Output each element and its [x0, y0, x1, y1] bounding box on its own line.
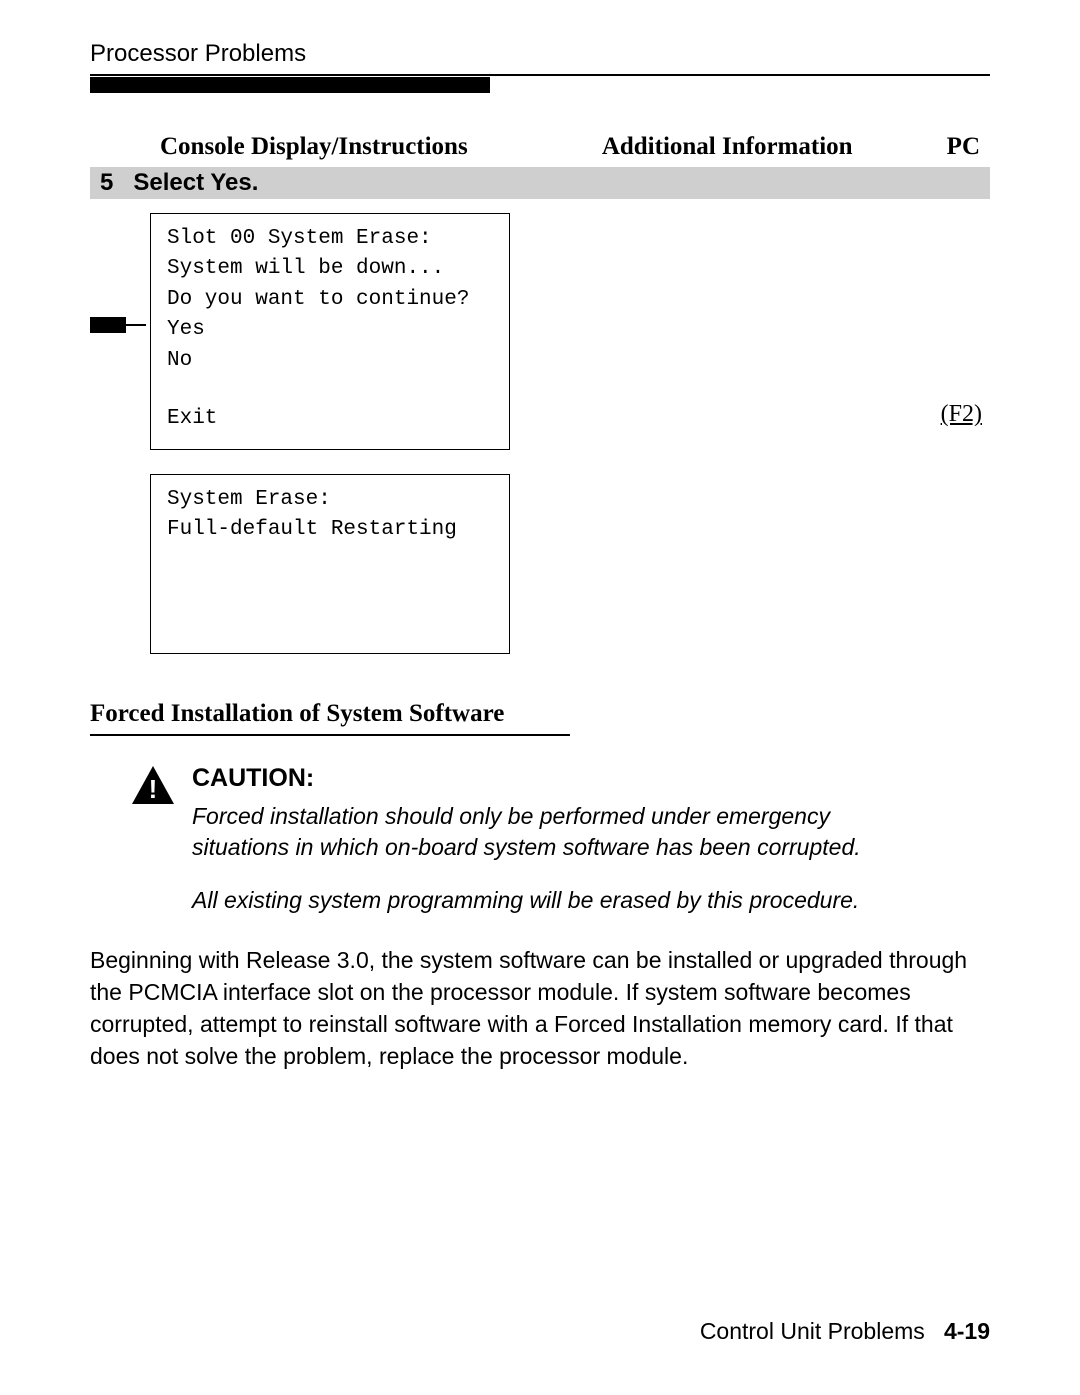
column-heading-row: Console Display/Instructions Additional …	[90, 133, 990, 167]
header-thick-bar	[90, 77, 490, 93]
section-underline	[90, 734, 570, 736]
step-title: Select Yes.	[133, 169, 258, 196]
console-screen-prompt: Slot 00 System Erase: System will be dow…	[150, 213, 510, 450]
console-line: Do you want to continue?	[167, 285, 493, 315]
svg-text:!: !	[149, 774, 158, 804]
body-paragraph: Beginning with Release 3.0, the system s…	[90, 944, 990, 1073]
console-line: Yes	[167, 315, 493, 345]
caution-para: All existing system programming will be …	[192, 885, 932, 916]
pointer-icon	[90, 317, 150, 333]
col-pc: PC	[947, 133, 980, 161]
caution-block: ! CAUTION: Forced installation should on…	[90, 764, 990, 916]
caution-icon: !	[130, 764, 176, 916]
step-number: 5	[100, 169, 113, 196]
col-console-display: Console Display/Instructions	[160, 133, 468, 161]
header-rule	[90, 74, 990, 76]
console-line: No	[167, 346, 493, 376]
console-exit-line: Exit	[167, 404, 493, 434]
page-section-title: Processor Problems	[90, 40, 990, 68]
console-line: System will be down...	[167, 254, 493, 284]
pc-key-label: (F2)	[941, 401, 982, 428]
caution-para: Forced installation should only be perfo…	[192, 801, 932, 863]
step-heading-select-yes: 5 Select Yes.	[90, 167, 990, 199]
console-line: Slot 00 System Erase:	[167, 224, 493, 254]
console-line: System Erase:	[167, 485, 493, 515]
page-footer: Control Unit Problems 4-19	[90, 1318, 990, 1345]
step-content-row: Slot 00 System Erase: System will be dow…	[90, 213, 990, 654]
section-heading-forced-install: Forced Installation of System Software	[90, 700, 990, 728]
console-screen-status: System Erase: Full-default Restarting	[150, 474, 510, 654]
footer-page-number: 4-19	[944, 1318, 990, 1344]
col-additional-info: Additional Information	[508, 133, 947, 161]
footer-chapter: Control Unit Problems	[700, 1318, 925, 1344]
caution-heading: CAUTION:	[192, 764, 932, 793]
console-line: Full-default Restarting	[167, 515, 493, 545]
